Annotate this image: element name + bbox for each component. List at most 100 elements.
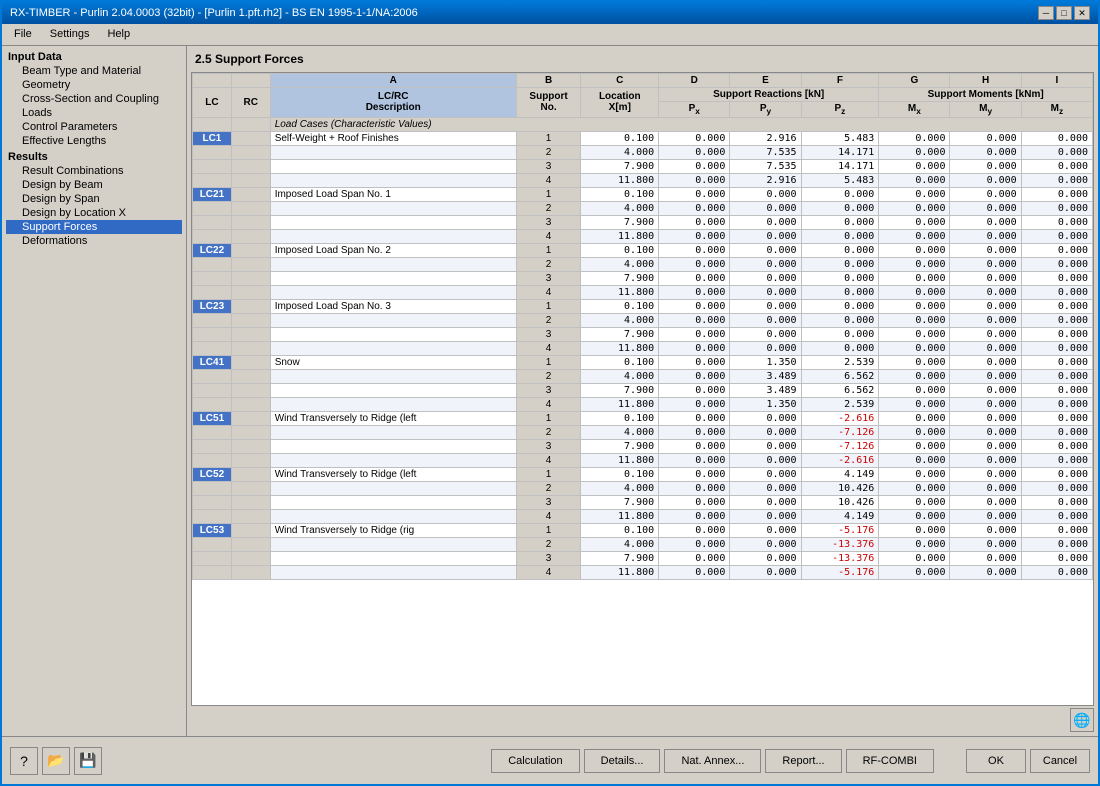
mz-cell: 0.000 xyxy=(1021,159,1092,173)
th-col-c: C xyxy=(581,73,659,87)
desc-cell xyxy=(270,257,516,271)
data-table-container[interactable]: A B C D E F G H I LC xyxy=(191,72,1094,706)
table-row: 24.0000.0000.0000.0000.0000.0000.000 xyxy=(193,257,1093,271)
table-row: 411.8000.0001.3502.5390.0000.0000.000 xyxy=(193,397,1093,411)
sidebar-item-result-combinations[interactable]: Result Combinations xyxy=(6,164,182,178)
lc-cell xyxy=(193,159,232,173)
sidebar-item-loads[interactable]: Loads xyxy=(6,106,182,120)
support-no-cell: 4 xyxy=(516,173,581,187)
my-cell: 0.000 xyxy=(950,453,1021,467)
rc-cell xyxy=(231,341,270,355)
support-no-cell: 1 xyxy=(516,131,581,145)
table-row: 411.8000.0000.0000.0000.0000.0000.000 xyxy=(193,341,1093,355)
support-no-cell: 4 xyxy=(516,453,581,467)
pz-cell: 0.000 xyxy=(801,229,879,243)
pz-cell: 0.000 xyxy=(801,187,879,201)
px-cell: 0.000 xyxy=(659,383,730,397)
menu-help[interactable]: Help xyxy=(99,26,138,42)
sidebar-item-beam-type[interactable]: Beam Type and Material xyxy=(6,64,182,78)
table-row: LC23Imposed Load Span No. 310.1000.0000.… xyxy=(193,299,1093,313)
mx-cell: 0.000 xyxy=(879,481,950,495)
th-empty1 xyxy=(193,73,232,87)
table-row: LC22Imposed Load Span No. 210.1000.0000.… xyxy=(193,243,1093,257)
cancel-button[interactable]: Cancel xyxy=(1030,749,1090,773)
desc-cell: Imposed Load Span No. 2 xyxy=(270,243,516,257)
sidebar-item-geometry[interactable]: Geometry xyxy=(6,78,182,92)
x-cell: 11.800 xyxy=(581,341,659,355)
mz-cell: 0.000 xyxy=(1021,187,1092,201)
calculation-button[interactable]: Calculation xyxy=(491,749,579,773)
maximize-button[interactable]: □ xyxy=(1056,6,1072,20)
nat-annex-button[interactable]: Nat. Annex... xyxy=(664,749,761,773)
lc-cell: LC23 xyxy=(193,299,232,313)
bottom-right-area: 🌐 xyxy=(191,708,1094,732)
rc-cell xyxy=(231,467,270,481)
sidebar-item-support-forces[interactable]: Support Forces xyxy=(6,220,182,234)
mx-cell: 0.000 xyxy=(879,565,950,579)
mz-cell: 0.000 xyxy=(1021,327,1092,341)
pz-cell: 0.000 xyxy=(801,201,879,215)
desc-cell xyxy=(270,327,516,341)
table-row: 411.8000.0000.000-5.1760.0000.0000.000 xyxy=(193,565,1093,579)
th-col-a: A xyxy=(270,73,516,87)
sidebar-item-design-by-span[interactable]: Design by Span xyxy=(6,192,182,206)
table-row: 411.8000.0000.0000.0000.0000.0000.000 xyxy=(193,229,1093,243)
rc-cell xyxy=(231,131,270,145)
x-cell: 0.100 xyxy=(581,187,659,201)
table-row: 411.8000.0000.0004.1490.0000.0000.000 xyxy=(193,509,1093,523)
desc-cell xyxy=(270,537,516,551)
py-cell: 0.000 xyxy=(730,537,801,551)
open-folder-icon-btn[interactable]: 📂 xyxy=(42,747,70,775)
mz-cell: 0.000 xyxy=(1021,173,1092,187)
support-no-cell: 1 xyxy=(516,243,581,257)
my-cell: 0.000 xyxy=(950,509,1021,523)
lc-cell: LC21 xyxy=(193,187,232,201)
mz-cell: 0.000 xyxy=(1021,285,1092,299)
mx-cell: 0.000 xyxy=(879,271,950,285)
sidebar-item-deformations[interactable]: Deformations xyxy=(6,234,182,248)
desc-cell xyxy=(270,215,516,229)
sidebar-item-cross-section[interactable]: Cross-Section and Coupling xyxy=(6,92,182,106)
rc-cell xyxy=(231,215,270,229)
py-cell: 0.000 xyxy=(730,495,801,509)
minimize-button[interactable]: ─ xyxy=(1038,6,1054,20)
px-cell: 0.000 xyxy=(659,439,730,453)
mx-cell: 0.000 xyxy=(879,145,950,159)
close-button[interactable]: ✕ xyxy=(1074,6,1090,20)
menu-file[interactable]: File xyxy=(6,26,40,42)
sidebar-item-effective-lengths[interactable]: Effective Lengths xyxy=(6,134,182,148)
pz-cell: 5.483 xyxy=(801,173,879,187)
mz-cell: 0.000 xyxy=(1021,397,1092,411)
rc-cell xyxy=(231,523,270,537)
sidebar-item-design-by-beam[interactable]: Design by Beam xyxy=(6,178,182,192)
save-icon-btn[interactable]: 💾 xyxy=(74,747,102,775)
x-cell: 0.100 xyxy=(581,299,659,313)
desc-cell xyxy=(270,565,516,579)
sidebar-item-control-params[interactable]: Control Parameters xyxy=(6,120,182,134)
lc-cell xyxy=(193,551,232,565)
table-row: 37.9000.0000.0000.0000.0000.0000.000 xyxy=(193,215,1093,229)
desc-cell xyxy=(270,551,516,565)
help-icon-btn[interactable]: ? xyxy=(10,747,38,775)
sidebar-item-design-by-location[interactable]: Design by Location X xyxy=(6,206,182,220)
x-cell: 0.100 xyxy=(581,243,659,257)
rc-cell xyxy=(231,495,270,509)
support-no-cell: 4 xyxy=(516,229,581,243)
earth-icon[interactable]: 🌐 xyxy=(1070,708,1094,732)
rc-cell xyxy=(231,439,270,453)
mz-cell: 0.000 xyxy=(1021,341,1092,355)
ok-button[interactable]: OK xyxy=(966,749,1026,773)
report-button[interactable]: Report... xyxy=(765,749,841,773)
rf-combi-button[interactable]: RF-COMBI xyxy=(846,749,934,773)
x-cell: 4.000 xyxy=(581,537,659,551)
mx-cell: 0.000 xyxy=(879,509,950,523)
rc-cell xyxy=(231,313,270,327)
support-no-cell: 1 xyxy=(516,187,581,201)
px-cell: 0.000 xyxy=(659,215,730,229)
details-button[interactable]: Details... xyxy=(584,749,661,773)
lc-cell xyxy=(193,215,232,229)
py-cell: 0.000 xyxy=(730,243,801,257)
rc-cell xyxy=(231,425,270,439)
table-row: LC41Snow10.1000.0001.3502.5390.0000.0000… xyxy=(193,355,1093,369)
menu-settings[interactable]: Settings xyxy=(42,26,98,42)
